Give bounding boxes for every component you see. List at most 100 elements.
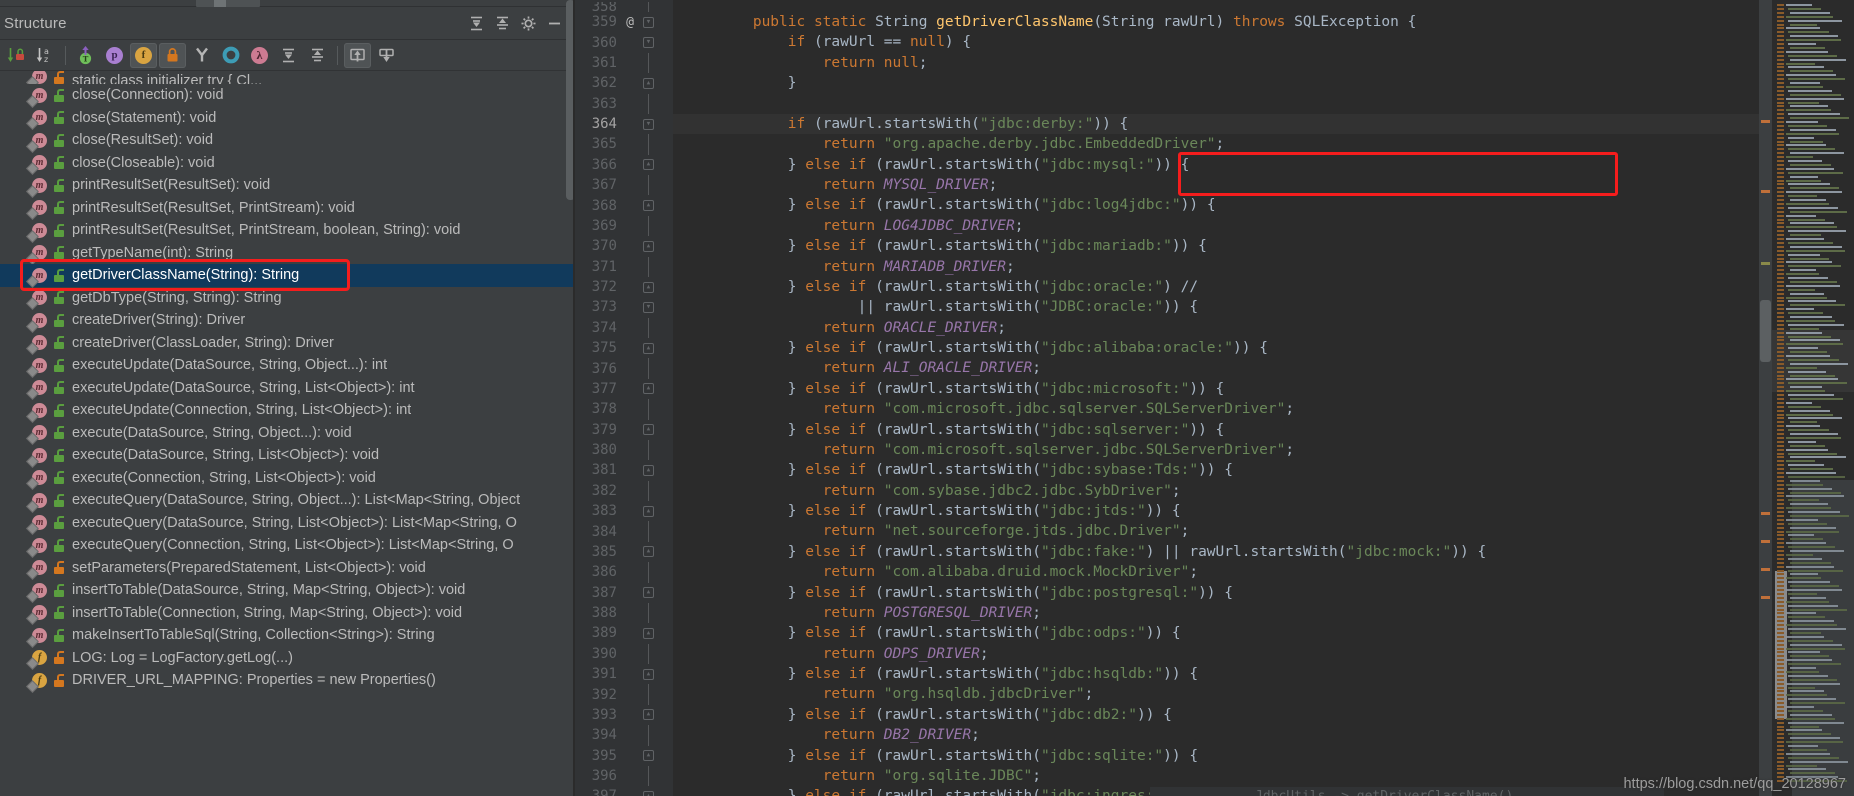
show-lambdas-icon[interactable]: λ xyxy=(246,43,273,68)
fold-expand-icon[interactable]: ▾ xyxy=(643,16,654,28)
code-line[interactable]: return "com.alibaba.druid.mock.MockDrive… xyxy=(673,562,1759,582)
gutter-line[interactable]: 364 ▾ xyxy=(575,114,673,134)
fold-collapse-icon[interactable]: ▴ xyxy=(643,200,654,212)
code-line[interactable]: } else if (rawUrl.startsWith("jdbc:postg… xyxy=(673,583,1759,603)
gutter-line[interactable]: 372 ▴ xyxy=(575,277,673,297)
hide-icon[interactable] xyxy=(541,10,567,36)
autoscroll-from-source-icon[interactable] xyxy=(373,43,400,68)
code-line[interactable]: } else if (rawUrl.startsWith("jdbc:mysql… xyxy=(673,155,1759,175)
fold-collapse-icon[interactable]: ▴ xyxy=(643,342,654,354)
code-line[interactable]: return ORACLE_DRIVER; xyxy=(673,318,1759,338)
fold-collapse-icon[interactable]: ▴ xyxy=(643,627,654,639)
gutter-line[interactable]: 392 xyxy=(575,684,673,705)
code-line[interactable]: return "net.sourceforge.jtds.jdbc.Driver… xyxy=(673,521,1759,541)
gutter-line[interactable]: 393 ▴ xyxy=(575,705,673,725)
gutter-line[interactable]: 375 ▴ xyxy=(575,338,673,358)
code-minimap[interactable] xyxy=(1772,0,1854,796)
gear-icon[interactable] xyxy=(515,10,541,36)
gutter-line[interactable]: 379 ▴ xyxy=(575,420,673,440)
code-line[interactable]: } else if (rawUrl.startsWith("jdbc:micro… xyxy=(673,379,1759,399)
code-line[interactable]: } else if (rawUrl.startsWith("jdbc:oracl… xyxy=(673,277,1759,297)
structure-item[interactable]: m setParameters(PreparedStatement, List<O… xyxy=(0,557,575,580)
code-line[interactable]: } else if (rawUrl.startsWith("jdbc:db2:"… xyxy=(673,705,1759,725)
show-non-public-icon[interactable] xyxy=(159,42,186,68)
code-line[interactable]: } else if (rawUrl.startsWith("jdbc:jtds:… xyxy=(673,501,1759,521)
fold-collapse-icon[interactable]: ▴ xyxy=(643,77,654,89)
code-line[interactable]: return "org.apache.derby.jdbc.EmbeddedDr… xyxy=(673,134,1759,154)
structure-item[interactable]: m insertToTable(DataSource, String, Map<S… xyxy=(0,579,575,602)
gutter-line[interactable]: 385 ▴ xyxy=(575,542,673,562)
gutter-line[interactable]: 358 xyxy=(575,2,673,12)
editor-scrollbar-thumb[interactable] xyxy=(1760,300,1771,362)
gutter-line[interactable]: 376 xyxy=(575,358,673,379)
error-stripe-mark[interactable] xyxy=(1761,540,1770,543)
code-line[interactable]: return MARIADB_DRIVER; xyxy=(673,257,1759,277)
code-line[interactable]: return DB2_DRIVER; xyxy=(673,725,1759,745)
gutter-line[interactable]: 387 ▴ xyxy=(575,583,673,603)
error-stripe-mark[interactable] xyxy=(1761,596,1770,599)
structure-item[interactable]: m execute(Connection, String, List<Object… xyxy=(0,467,575,490)
code-line[interactable]: return "com.microsoft.jdbc.sqlserver.SQL… xyxy=(673,399,1759,419)
code-line[interactable]: } else if (rawUrl.startsWith("jdbc:odps:… xyxy=(673,623,1759,643)
autoscroll-to-source-icon[interactable] xyxy=(344,42,371,68)
fold-expand-icon[interactable]: ▾ xyxy=(643,118,654,130)
group-by-interfaces-icon[interactable] xyxy=(217,43,244,68)
code-line[interactable]: return "com.sybase.jdbc2.jdbc.SybDriver"… xyxy=(673,481,1759,501)
sort-alphabetically-icon[interactable]: a z xyxy=(32,43,59,68)
code-line[interactable]: return "com.microsoft.sqlserver.jdbc.SQL… xyxy=(673,440,1759,460)
structure-item[interactable]: m getDbType(String, String): String xyxy=(0,287,575,310)
gutter-line[interactable]: 360 ▾ xyxy=(575,32,673,52)
gutter-line[interactable]: 397 ▴ xyxy=(575,786,673,796)
collapse-all-toolbar-icon[interactable] xyxy=(304,43,331,68)
gutter-line[interactable]: 380 xyxy=(575,439,673,461)
structure-item[interactable]: m executeUpdate(DataSource, String, Objec… xyxy=(0,354,575,377)
gutter-line[interactable]: 390 xyxy=(575,643,673,664)
code-line[interactable]: || rawUrl.startsWith("JDBC:oracle:")) { xyxy=(673,297,1759,317)
fold-collapse-icon[interactable]: ▴ xyxy=(643,159,654,171)
gutter-line[interactable]: 371 xyxy=(575,256,673,277)
gutter-line[interactable]: 383 ▴ xyxy=(575,501,673,521)
fold-collapse-icon[interactable]: ▴ xyxy=(643,505,654,517)
code-line[interactable]: return null; xyxy=(673,53,1759,73)
gutter-line[interactable]: 384 xyxy=(575,521,673,542)
code-line[interactable]: if (rawUrl.startsWith("jdbc:derby:")) { xyxy=(673,113,1759,135)
show-fields-icon[interactable]: f xyxy=(130,42,157,68)
fold-collapse-icon[interactable]: ▴ xyxy=(643,464,654,476)
structure-item[interactable]: m printResultSet(ResultSet, PrintStream):… xyxy=(0,197,575,220)
error-stripe-mark[interactable] xyxy=(1761,190,1770,193)
annotation-marker-icon[interactable]: @ xyxy=(621,15,639,30)
fold-collapse-icon[interactable]: ▴ xyxy=(643,668,654,680)
editor-gutter[interactable]: 358 359 @ ▾ 360 ▾ 361 362 ▴ 363 364 ▾ 365 366 ▴ 367 368 ▴… xyxy=(575,0,673,796)
fold-collapse-icon[interactable]: ▴ xyxy=(643,546,654,558)
gutter-line[interactable]: 395 ▴ xyxy=(575,746,673,766)
structure-item[interactable]: m executeQuery(Connection, String, List<O… xyxy=(0,534,575,557)
structure-item[interactable]: m executeUpdate(DataSource, String, List<… xyxy=(0,377,575,400)
structure-item[interactable]: m executeUpdate(Connection, String, List<… xyxy=(0,399,575,422)
gutter-line[interactable]: 381 ▴ xyxy=(575,460,673,480)
structure-item[interactable]: m createDriver(ClassLoader, String): Driv… xyxy=(0,332,575,355)
error-stripe[interactable] xyxy=(1759,0,1772,796)
code-editor[interactable]: 358 359 @ ▾ 360 ▾ 361 362 ▴ 363 364 ▾ 365 366 ▴ 367 368 ▴… xyxy=(575,0,1759,796)
fold-collapse-icon[interactable]: ▴ xyxy=(643,587,654,599)
structure-item[interactable]: m static class initializer try { Cl... xyxy=(0,71,575,84)
code-line[interactable]: } else if (rawUrl.startsWith("jdbc:hsqld… xyxy=(673,664,1759,684)
code-line[interactable]: } else if (rawUrl.startsWith("jdbc:maria… xyxy=(673,236,1759,256)
gutter-line[interactable]: 359 @ ▾ xyxy=(575,12,673,32)
show-anonymous-classes-icon[interactable] xyxy=(188,43,215,68)
code-line[interactable]: } xyxy=(673,73,1759,93)
fold-collapse-icon[interactable]: ▴ xyxy=(643,240,654,252)
structure-item[interactable]: m close(ResultSet): void xyxy=(0,129,575,152)
gutter-line[interactable]: 366 ▴ xyxy=(575,155,673,175)
code-line[interactable] xyxy=(673,2,1759,12)
gutter-line[interactable]: 377 ▴ xyxy=(575,379,673,399)
code-line[interactable]: return "org.hsqldb.jdbcDriver"; xyxy=(673,684,1759,704)
fold-collapse-icon[interactable]: ▴ xyxy=(643,790,654,796)
expand-all-toolbar-icon[interactable] xyxy=(275,43,302,68)
sort-by-visibility-icon[interactable] xyxy=(3,43,30,68)
collapse-all-icon[interactable] xyxy=(489,10,515,36)
code-line[interactable]: } else if (rawUrl.startsWith("jdbc:sqlse… xyxy=(673,420,1759,440)
error-stripe-mark[interactable] xyxy=(1761,568,1770,571)
code-line[interactable]: } else if (rawUrl.startsWith("jdbc:aliba… xyxy=(673,338,1759,358)
structure-item[interactable]: f DRIVER_URL_MAPPING: Properties = new Pr… xyxy=(0,669,575,692)
structure-item[interactable]: f LOG: Log = LogFactory.getLog(...) xyxy=(0,647,575,670)
